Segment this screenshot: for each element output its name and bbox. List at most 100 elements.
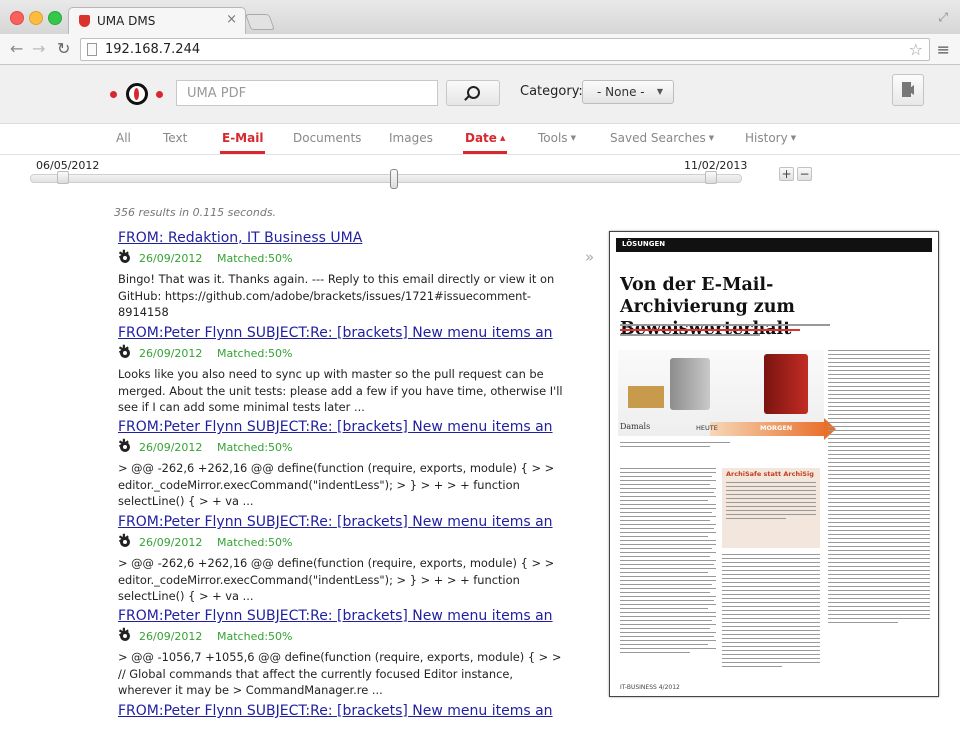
app-header: UMA PDF Category: - None - ▼ <box>0 65 960 124</box>
result-snippet: Looks like you also need to sync up with… <box>118 367 563 414</box>
tab-tools[interactable]: Tools ▼ <box>538 131 576 145</box>
close-window-button[interactable] <box>10 11 24 25</box>
date-range-from: 06/05/2012 <box>36 159 100 172</box>
tab-text[interactable]: Text <box>163 131 187 145</box>
result-item: FROM: Redaktion, IT Business UMA 26/09/2… <box>118 230 566 321</box>
dropdown-caret-icon: ▼ <box>656 87 663 96</box>
result-count: 356 results in 0.115 seconds. <box>114 206 277 219</box>
date-range-to: 11/02/2013 <box>684 159 748 172</box>
gear-icon[interactable] <box>118 532 130 548</box>
result-title-link[interactable]: FROM: Redaktion, IT Business UMA <box>118 230 564 249</box>
chevron-down-icon: ▼ <box>708 134 715 142</box>
logo-ring <box>126 83 148 105</box>
result-title-link[interactable]: FROM:Peter Flynn SUBJECT:Re: [brackets] … <box>118 514 564 533</box>
tab-saved-searches-label: Saved Searches <box>610 131 706 145</box>
filter-tabs: All Text E-Mail Documents Images Date ▲ T… <box>0 124 960 155</box>
result-match: Matched:50% <box>217 252 293 265</box>
preview-caption <box>620 442 740 450</box>
preview-footer: IT-BUSINESS 4/2012 <box>620 684 680 691</box>
document-preview[interactable]: LÖSUNGEN Von der E-Mail-Archivierung zum… <box>609 231 939 697</box>
result-date: 26/09/2012 <box>139 252 203 265</box>
result-meta: 26/09/2012 Matched:50% <box>118 626 566 646</box>
category-label: Category: <box>520 84 583 99</box>
result-title-link[interactable]: FROM:Peter Flynn SUBJECT:Re: [brackets] … <box>118 419 564 438</box>
result-meta: 26/09/2012 Matched:50% <box>118 343 566 363</box>
gear-icon[interactable] <box>118 626 130 642</box>
search-input[interactable]: UMA PDF <box>176 80 438 106</box>
zoom-out-button[interactable]: − <box>797 167 812 181</box>
tab-history[interactable]: History ▼ <box>745 131 796 145</box>
browser-menu-icon[interactable]: ≡ <box>937 40 950 59</box>
result-meta: 26/09/2012 Matched:50% <box>118 532 566 552</box>
gear-icon[interactable] <box>118 437 130 453</box>
server-image <box>764 354 808 414</box>
result-item: FROM:Peter Flynn SUBJECT:Re: [brackets] … <box>118 419 566 510</box>
result-match: Matched:50% <box>217 347 293 360</box>
tab-date[interactable]: Date ▲ <box>462 131 508 154</box>
back-arrow-icon[interactable]: ← <box>10 39 23 58</box>
sort-up-icon: ▲ <box>499 134 506 142</box>
preview-label-heute: HEUTE <box>696 424 718 432</box>
logout-button[interactable] <box>892 74 924 106</box>
tab-images[interactable]: Images <box>389 131 433 145</box>
address-bar: ← → ↻ 192.168.7.244 ☆ ≡ <box>0 34 960 65</box>
search-icon <box>467 86 480 99</box>
preview-lead-text <box>620 324 840 344</box>
maximize-window-button[interactable] <box>48 11 62 25</box>
url-input[interactable]: 192.168.7.244 ☆ <box>80 38 930 61</box>
result-meta: 26/09/2012 Matched:50% <box>118 248 566 268</box>
result-item: FROM:Peter Flynn SUBJECT:Re: [brackets] … <box>118 608 566 699</box>
zoom-in-button[interactable]: + <box>779 167 794 181</box>
tab-title: UMA DMS <box>97 14 156 28</box>
tab-email[interactable]: E-Mail <box>219 131 266 154</box>
result-item: FROM:Peter Flynn SUBJECT:Re: [brackets] … <box>118 514 566 605</box>
search-button[interactable] <box>446 80 500 106</box>
fullscreen-icon[interactable]: ⤢ <box>938 10 948 25</box>
tab-saved-searches[interactable]: Saved Searches ▼ <box>610 131 714 145</box>
gear-icon[interactable] <box>118 248 130 264</box>
date-slider-center-handle[interactable] <box>390 169 398 189</box>
uma-logo[interactable] <box>110 83 166 105</box>
preview-label-morgen: MORGEN <box>760 424 793 432</box>
result-meta: 26/09/2012 Matched:50% <box>118 437 566 457</box>
forward-arrow-icon[interactable]: → <box>32 39 45 58</box>
tab-close-icon[interactable]: × <box>226 12 237 27</box>
gear-icon[interactable] <box>118 343 130 359</box>
date-slider-start-handle[interactable] <box>57 171 69 184</box>
expand-preview-icon[interactable]: » <box>585 248 594 266</box>
logo-dot-right <box>156 91 163 98</box>
chevron-down-icon: ▼ <box>570 134 576 142</box>
browser-tab[interactable]: UMA DMS × <box>68 7 246 35</box>
minimize-window-button[interactable] <box>29 11 43 25</box>
date-slider-end-handle[interactable] <box>705 171 717 184</box>
result-title-link[interactable]: FROM:Peter Flynn SUBJECT:Re: [brackets] … <box>118 608 564 627</box>
result-title-link[interactable]: FROM:Peter Flynn SUBJECT:Re: [brackets] … <box>118 703 564 722</box>
result-date: 26/09/2012 <box>139 347 203 360</box>
reload-icon[interactable]: ↻ <box>57 39 70 58</box>
tab-documents[interactable]: Documents <box>293 131 361 145</box>
date-slider-track[interactable] <box>30 174 742 183</box>
preview-column-3 <box>828 350 930 626</box>
preview-label-damals: Damals <box>620 422 651 431</box>
result-snippet: > @@ -262,6 +262,16 @@ define(function (… <box>118 556 555 603</box>
result-match: Matched:50% <box>217 630 293 643</box>
chevron-down-icon: ▼ <box>790 134 797 142</box>
category-select[interactable]: - None - ▼ <box>582 80 674 104</box>
result-snippet: > @@ -1056,7 +1055,6 @@ define(function … <box>118 650 562 697</box>
result-match: Matched:50% <box>217 441 293 454</box>
archive-boxes-image <box>628 386 664 408</box>
browser-titlebar: UMA DMS × ⤢ <box>0 0 960 35</box>
page-icon <box>87 43 97 56</box>
preview-column-1 <box>620 468 716 656</box>
safe-image <box>670 358 710 410</box>
result-date: 26/09/2012 <box>139 536 203 549</box>
result-title-link[interactable]: FROM:Peter Flynn SUBJECT:Re: [brackets] … <box>118 325 564 344</box>
result-date: 26/09/2012 <box>139 441 203 454</box>
result-item: FROM:Peter Flynn SUBJECT:Re: [brackets] … <box>118 703 566 722</box>
tab-tools-label: Tools <box>538 131 568 145</box>
bookmark-star-icon[interactable]: ☆ <box>909 40 923 59</box>
result-item: FROM:Peter Flynn SUBJECT:Re: [brackets] … <box>118 325 566 416</box>
new-tab-button[interactable] <box>245 14 275 30</box>
tab-all[interactable]: All <box>116 131 131 145</box>
preview-sidebar-box: ArchiSafe statt ArchiSig <box>722 468 820 548</box>
